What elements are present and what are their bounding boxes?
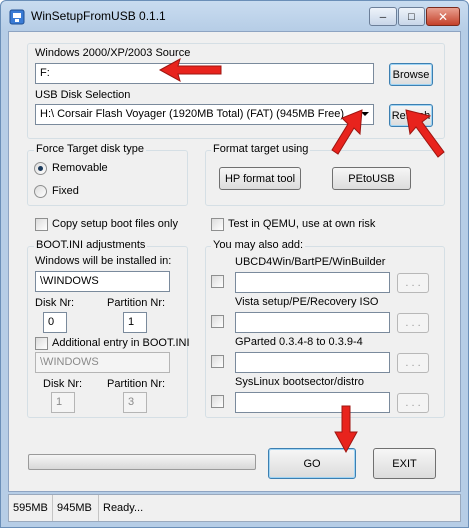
also-add-checkbox[interactable] (211, 355, 224, 368)
removable-label[interactable]: Removable (52, 162, 108, 174)
additional-entry-checkbox[interactable] (35, 337, 48, 350)
exit-label: EXIT (392, 457, 417, 470)
chevron-down-icon[interactable] (361, 112, 369, 116)
petousb-label: PEtoUSB (348, 172, 395, 185)
browse-button[interactable]: Browse (389, 63, 433, 86)
petousb-button[interactable]: PEtoUSB (332, 167, 411, 190)
app-icon (9, 9, 25, 25)
installed-input[interactable]: \WINDOWS (35, 271, 170, 292)
refresh-button[interactable]: Refresh (389, 104, 433, 127)
partition2-label: Partition Nr: (107, 378, 166, 390)
fixed-label[interactable]: Fixed (52, 185, 79, 197)
partition-value: 1 (128, 316, 135, 328)
usb-disk-select[interactable]: H:\ Corsair Flash Voyager (1920MB Total)… (35, 104, 374, 125)
installed-value: \WINDOWS (40, 275, 99, 287)
bootini-label: BOOT.INI adjustments (34, 239, 148, 251)
disk-label: Disk Nr: (35, 297, 75, 309)
also-add-label: You may also add: (211, 239, 306, 251)
partition2-value: 3 (128, 396, 135, 408)
status-cell-message: Ready... (103, 502, 144, 514)
close-icon: ✕ (437, 9, 449, 24)
removable-radio[interactable] (34, 162, 47, 175)
disk-input[interactable]: 0 (43, 312, 67, 333)
also-add-item-label: Vista setup/PE/Recovery ISO (235, 296, 379, 308)
status-cell-free: 945MB (53, 495, 99, 521)
also-add-item-label: SysLinux bootsector/distro (235, 376, 365, 388)
also-add-checkbox[interactable] (211, 275, 224, 288)
qemu-label[interactable]: Test in QEMU, use at own risk (228, 218, 375, 230)
source-label: Windows 2000/XP/2003 Source (35, 47, 191, 59)
source-input[interactable]: F: (35, 63, 374, 84)
installed-label: Windows will be installed in: (35, 255, 172, 267)
client-area: Windows 2000/XP/2003 Source F: Browse US… (8, 31, 461, 492)
partition-label: Partition Nr: (107, 297, 166, 309)
additional-entry-label[interactable]: Additional entry in BOOT.INI (52, 337, 190, 349)
exit-button[interactable]: EXIT (373, 448, 436, 479)
browse-label: Browse (392, 68, 430, 81)
ellipsis-label: . . . (405, 317, 421, 329)
progress-bar (28, 454, 256, 470)
status-cell-used: 595MB (9, 495, 53, 521)
source-value: F: (40, 67, 50, 79)
also-add-browse-button[interactable]: . . . (397, 353, 429, 373)
maximize-button[interactable]: □ (398, 7, 425, 26)
maximize-icon: □ (408, 10, 415, 23)
also-add-browse-button[interactable]: . . . (397, 313, 429, 333)
title-bar[interactable]: WinSetupFromUSB 0.1.1 ─ □ ✕ (1, 1, 468, 31)
ellipsis-label: . . . (405, 357, 421, 369)
also-add-path-input[interactable] (235, 312, 390, 333)
close-button[interactable]: ✕ (426, 7, 460, 26)
additional-entry-value: \WINDOWS (40, 356, 99, 368)
partition2-input[interactable]: 3 (123, 392, 147, 413)
status-bar: 595MB 945MB Ready... (8, 494, 461, 522)
also-add-item-label: GParted 0.3.4-8 to 0.3.9-4 (235, 336, 363, 348)
ellipsis-label: . . . (405, 397, 421, 409)
also-add-browse-button[interactable]: . . . (397, 273, 429, 293)
hp-format-label: HP format tool (224, 172, 296, 185)
usb-label: USB Disk Selection (35, 89, 131, 101)
disk2-input[interactable]: 1 (51, 392, 75, 413)
also-add-path-input[interactable] (235, 272, 390, 293)
disk-value: 0 (48, 316, 55, 328)
copy-boot-checkbox[interactable] (35, 218, 48, 231)
disk2-label: Disk Nr: (43, 378, 83, 390)
refresh-label: Refresh (391, 109, 431, 122)
minimize-button[interactable]: ─ (369, 7, 397, 26)
go-label: GO (303, 457, 321, 470)
go-button[interactable]: GO (268, 448, 356, 479)
usb-disk-value: H:\ Corsair Flash Voyager (1920MB Total)… (40, 108, 345, 120)
qemu-checkbox[interactable] (211, 218, 224, 231)
disk2-value: 1 (56, 396, 63, 408)
window-title: WinSetupFromUSB 0.1.1 (31, 9, 166, 23)
also-add-item-label: UBCD4Win/BartPE/WinBuilder (235, 256, 386, 268)
force-target-group (27, 150, 188, 206)
also-add-path-input[interactable] (235, 352, 390, 373)
hp-format-button[interactable]: HP format tool (219, 167, 301, 190)
format-target-label: Format target using (211, 143, 311, 155)
also-add-checkbox[interactable] (211, 395, 224, 408)
also-add-browse-button[interactable]: . . . (397, 393, 429, 413)
partition-input[interactable]: 1 (123, 312, 147, 333)
additional-entry-input[interactable]: \WINDOWS (35, 352, 170, 373)
minimize-icon: ─ (379, 11, 387, 22)
force-target-label: Force Target disk type (34, 143, 147, 155)
app-window: WinSetupFromUSB 0.1.1 ─ □ ✕ Windows 2000… (0, 0, 469, 528)
ellipsis-label: . . . (405, 277, 421, 289)
also-add-path-input[interactable] (235, 392, 390, 413)
fixed-radio[interactable] (34, 185, 47, 198)
copy-boot-label[interactable]: Copy setup boot files only (52, 218, 178, 230)
also-add-checkbox[interactable] (211, 315, 224, 328)
